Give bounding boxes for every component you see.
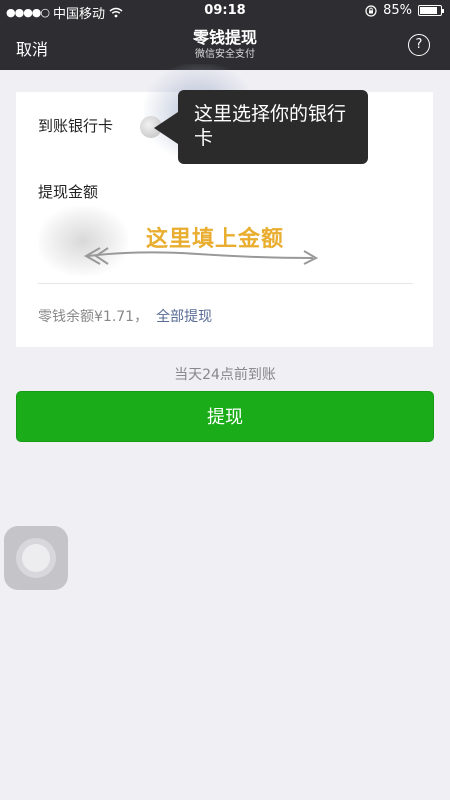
status-right: 85%: [365, 3, 444, 18]
bank-card-label: 到账银行卡: [38, 117, 114, 135]
balance-row: 零钱余额¥1.71， 全部提现: [38, 306, 212, 326]
battery-fill: [420, 7, 437, 14]
help-icon[interactable]: ?: [408, 34, 430, 56]
amount-label: 提现金额: [38, 183, 99, 201]
battery-icon: [418, 5, 444, 16]
page-subtitle: 微信安全支付: [195, 49, 255, 60]
withdraw-all-link[interactable]: 全部提现: [156, 306, 212, 326]
assistive-touch-ring-inner: [22, 544, 50, 572]
divider: [38, 283, 413, 284]
status-bar: ●●●●○ 中国移动 09:18 85%: [0, 0, 450, 22]
nav-title-group: 零钱提现 微信安全支付: [0, 28, 450, 62]
nav-bar: 取消 零钱提现 微信安全支付 ?: [0, 22, 450, 70]
arrival-note: 当天24点前到账: [174, 367, 276, 383]
page-title: 零钱提现: [192, 28, 257, 47]
battery-percent: 85%: [383, 3, 412, 18]
amount-input[interactable]: 这里填上金额: [38, 204, 413, 280]
bank-card-tooltip-text: 这里选择你的银行卡: [194, 103, 347, 149]
assistive-touch-button[interactable]: [4, 526, 68, 590]
withdraw-button[interactable]: 提现: [16, 391, 434, 442]
lock-rotation-icon: [365, 4, 377, 17]
balance-text: 零钱余额¥1.71，: [38, 309, 149, 325]
bank-card-tooltip: 这里选择你的银行卡: [154, 90, 368, 164]
amount-annotation: 这里填上金额: [146, 227, 285, 252]
